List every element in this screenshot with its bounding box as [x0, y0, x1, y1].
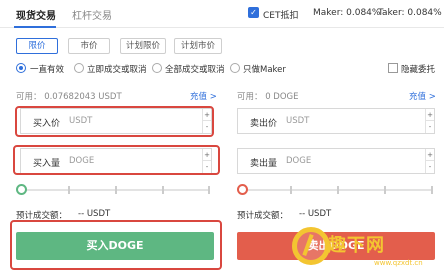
buy-amount-highlight — [13, 145, 220, 175]
active-tab-indicator — [14, 26, 56, 28]
cet-label: CET抵扣 — [263, 11, 299, 21]
sell-available: 可用： 0 DOGE — [237, 92, 299, 102]
sell-amount-stepper[interactable]: + - — [425, 149, 434, 173]
buy-est-value: -- USDT — [78, 209, 111, 219]
maker-fee: Maker: 0.084% — [313, 8, 381, 18]
top-bar: 现货交易 杠杆交易 ✓ CET抵扣 Maker: 0.084% Taker: 0… — [0, 0, 444, 28]
sell-est-label: 预计成交额： — [237, 211, 289, 221]
sell-price-field[interactable]: 卖出价 USDT + - — [237, 108, 435, 134]
sell-price-label: 卖出价 — [250, 119, 278, 129]
sell-amount-increment[interactable]: + — [426, 149, 434, 161]
radio-gtc-label: 一直有效 — [30, 65, 65, 75]
sell-slider-tick[interactable] — [337, 186, 339, 194]
tab-margin[interactable]: 杠杆交易 — [72, 7, 112, 22]
sell-price-unit: USDT — [286, 116, 310, 126]
sell-est-value: -- USDT — [299, 209, 332, 219]
sell-amount-decrement[interactable]: - — [426, 161, 434, 173]
watermark-text: 趣下网 — [328, 235, 385, 256]
buy-slider-tick[interactable] — [115, 186, 117, 194]
radio-maker-only[interactable] — [230, 63, 240, 73]
radio-fok[interactable] — [152, 63, 162, 73]
buy-price-highlight — [15, 106, 214, 137]
hidden-order-checkbox[interactable] — [388, 63, 398, 73]
radio-fok-label: 全部成交或取消 — [165, 65, 225, 75]
buy-slider-tick[interactable] — [208, 186, 210, 194]
sell-slider-tick[interactable] — [431, 186, 433, 194]
hidden-order-label: 隐藏委托 — [401, 65, 436, 75]
buy-slider-tick[interactable] — [68, 186, 70, 194]
tab-spot[interactable]: 现货交易 — [16, 7, 56, 22]
taker-fee: Taker: 0.084% — [378, 8, 442, 18]
buy-button-highlight — [10, 220, 222, 270]
watermark-url: www.qzxdt.cn — [374, 259, 423, 267]
buy-recharge-link[interactable]: 充值 > — [190, 90, 217, 102]
buy-available: 可用： 0.07682043 USDT — [16, 92, 122, 102]
radio-ioc-label: 立即成交或取消 — [87, 65, 147, 75]
sell-recharge-link[interactable]: 充值 > — [409, 90, 436, 102]
radio-maker-only-label: 只做Maker — [243, 65, 286, 75]
sell-slider-tick[interactable] — [290, 186, 292, 194]
sell-price-decrement[interactable]: - — [426, 121, 434, 133]
watermark-logo-icon — [292, 227, 330, 265]
sell-amount-unit: DOGE — [286, 156, 312, 166]
sell-price-stepper[interactable]: + - — [425, 109, 434, 133]
sell-amount-field[interactable]: 卖出量 DOGE + - — [237, 148, 435, 174]
sell-slider-knob[interactable] — [237, 184, 248, 195]
order-type-plan-limit[interactable]: 计划限价 — [120, 38, 166, 54]
order-type-limit[interactable]: 限价 — [16, 38, 58, 54]
sell-price-increment[interactable]: + — [426, 109, 434, 121]
cet-checkbox[interactable]: ✓ — [248, 7, 259, 18]
radio-ioc[interactable] — [74, 63, 84, 73]
buy-slider-knob[interactable] — [16, 184, 27, 195]
buy-slider-tick[interactable] — [162, 186, 164, 194]
time-in-force-row: 一直有效 立即成交或取消 全部成交或取消 只做Maker — [0, 62, 444, 76]
order-type-market[interactable]: 市价 — [68, 38, 110, 54]
radio-gtc[interactable] — [16, 63, 26, 73]
sell-amount-label: 卖出量 — [250, 159, 278, 169]
order-type-plan-market[interactable]: 计划市价 — [174, 38, 222, 54]
sell-slider-tick[interactable] — [384, 186, 386, 194]
